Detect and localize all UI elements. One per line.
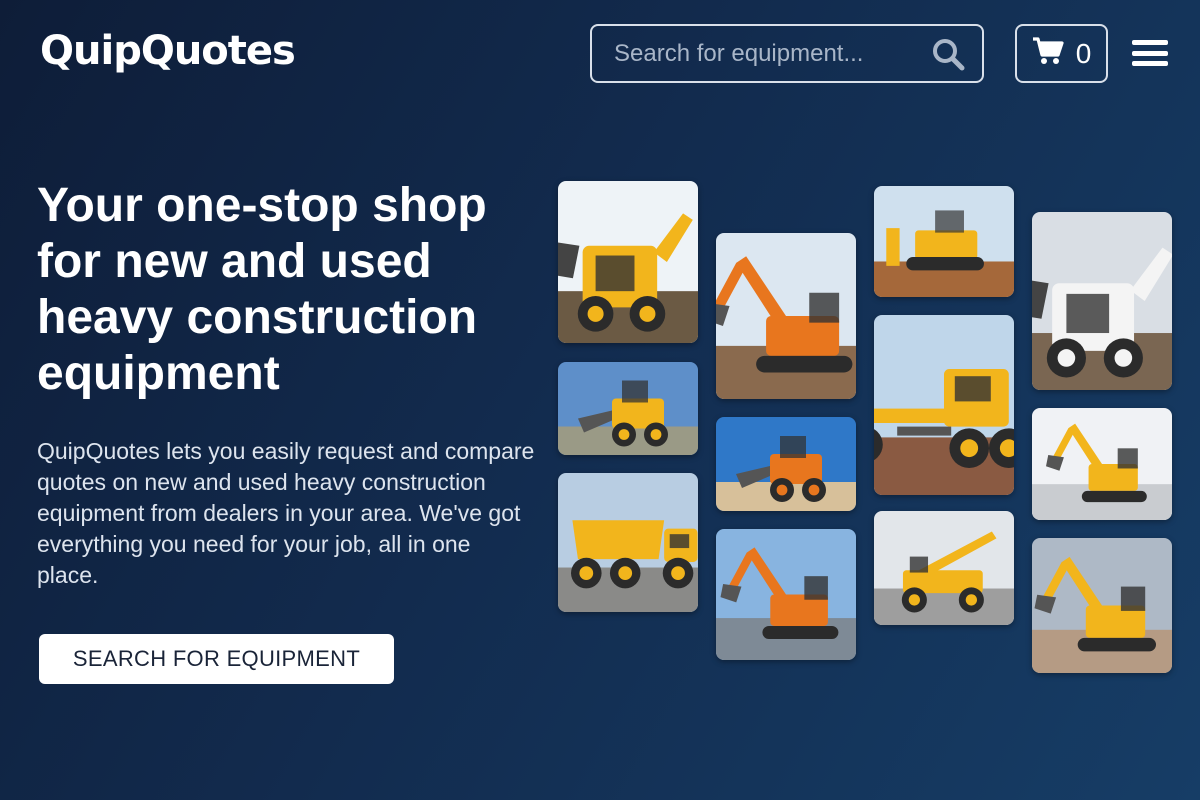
equipment-photo xyxy=(558,473,698,612)
equipment-photo xyxy=(874,511,1014,625)
equipment-photo xyxy=(716,233,856,399)
equipment-photo xyxy=(1032,408,1172,520)
equipment-photo xyxy=(558,362,698,455)
hero-title: Your one-stop shop for new and used heav… xyxy=(37,179,487,400)
compact-loader-hay-tile[interactable] xyxy=(558,362,698,455)
mini-excavator-tile[interactable] xyxy=(716,233,856,399)
white-skid-steer-tile[interactable] xyxy=(1032,212,1172,390)
skid-steer-loader-tile[interactable] xyxy=(558,181,698,343)
excavator-gravel-tile[interactable] xyxy=(716,529,856,660)
cart-count: 0 xyxy=(1075,37,1092,69)
site-logo[interactable]: QuipQuotes xyxy=(40,28,296,74)
hero-description: QuipQuotes lets you easily request and c… xyxy=(37,438,535,588)
equipment-photo xyxy=(716,529,856,660)
cart-icon xyxy=(1032,36,1064,71)
wheel-loader-tile[interactable] xyxy=(716,417,856,511)
articulated-dump-truck-tile[interactable] xyxy=(558,473,698,612)
equipment-photo xyxy=(558,181,698,343)
equipment-photo xyxy=(874,186,1014,297)
search-icon[interactable] xyxy=(930,36,966,72)
cart-button[interactable]: 0 xyxy=(1015,24,1108,83)
crawler-dozer-tile[interactable] xyxy=(874,186,1014,297)
search-bar[interactable] xyxy=(590,24,984,83)
equipment-photo xyxy=(1032,538,1172,673)
motor-grader-tile[interactable] xyxy=(874,315,1014,495)
hamburger-menu-icon[interactable] xyxy=(1130,36,1170,70)
search-input[interactable] xyxy=(614,39,930,68)
equipment-photo xyxy=(1032,212,1172,390)
equipment-photo xyxy=(874,315,1014,495)
jcb-excavator-tile[interactable] xyxy=(1032,538,1172,673)
search-equipment-button[interactable]: SEARCH FOR EQUIPMENT xyxy=(39,634,394,684)
equipment-photo xyxy=(716,417,856,511)
telehandler-tile[interactable] xyxy=(874,511,1014,625)
large-excavator-tile[interactable] xyxy=(1032,408,1172,520)
